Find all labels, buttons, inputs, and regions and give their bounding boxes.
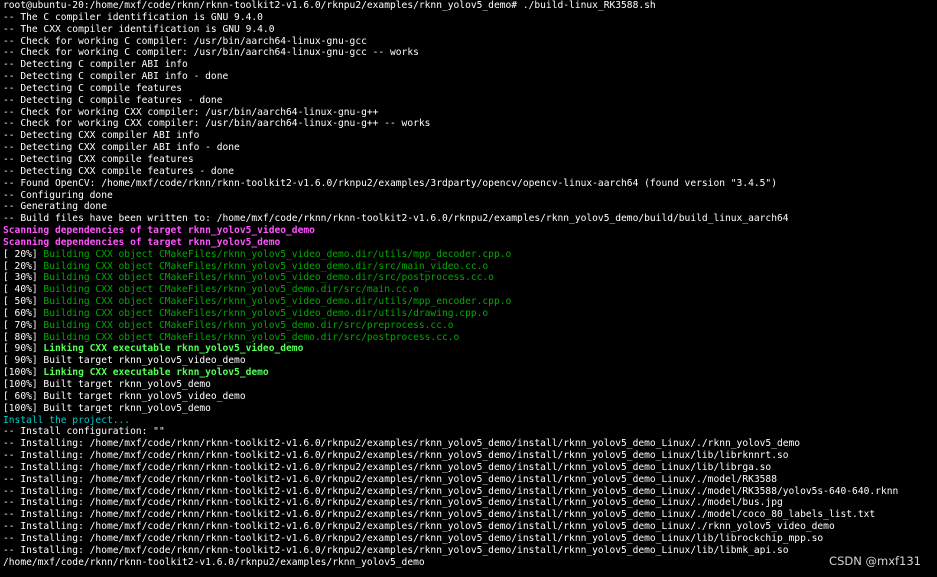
install-line: -- Installing: /home/mxf/code/rknn/rknn-… [3,450,789,462]
build-step-line: [ 80%] Building CXX object CMakeFiles/rk… [3,332,937,344]
cmake-line: -- Check for working CXX compiler: /usr/… [3,106,379,118]
build-text: Building CXX object CMakeFiles/rknn_yolo… [37,260,489,272]
build-percent: [ 60%] [3,307,38,319]
build-step-line: [ 20%] Building CXX object CMakeFiles/rk… [3,261,937,273]
install-line: -- Installing: /home/mxf/code/rknn/rknn-… [3,473,777,485]
built-target-line: [100%] Built target rknn_yolov5_demo [3,379,211,390]
cmake-line: -- Found OpenCV: /home/mxf/code/rknn/rkn… [3,177,777,189]
build-step-line: [ 30%] Building CXX object CMakeFiles/rk… [3,272,937,284]
build-percent: [ 50%] [3,296,38,308]
build-percent: [ 20%] [3,248,38,260]
link-line: [100%] Linking CXX executable rknn_yolov… [3,367,937,379]
build-text: Building CXX object CMakeFiles/rknn_yolo… [37,307,489,319]
build-text: Building CXX object CMakeFiles/rknn_yolo… [37,331,460,343]
terminal-window[interactable]: root@ubuntu-20:/home/mxf/code/rknn/rknn-… [0,0,937,577]
cmake-line: -- Detecting CXX compile features [3,153,194,165]
cmake-line: -- The CXX compiler identification is GN… [3,23,275,35]
build-text: Building CXX object CMakeFiles/rknn_yolo… [37,272,494,284]
final-prompt: /home/mxf/code/rknn/rknn-toolkit2-v1.6.0… [3,556,425,568]
final-prompt-line[interactable]: /home/mxf/code/rknn/rknn-toolkit2-v1.6.0… [3,557,937,569]
cmake-line: -- Configuring done [3,189,113,201]
build-text: Building CXX object CMakeFiles/rknn_yolo… [37,284,419,296]
link-line: [ 90%] Linking CXX executable rknn_yolov… [3,343,937,355]
cmake-line: -- Detecting C compiler ABI info - done [3,71,229,83]
link-percent: [100%] [3,367,38,379]
cmake-line: -- The C compiler identification is GNU … [3,11,263,23]
cmake-line: -- Detecting C compiler ABI info [3,59,188,71]
build-percent: [ 40%] [3,284,38,296]
install-line: -- Installing: /home/mxf/code/rknn/rknn-… [3,485,899,497]
cmake-line: -- Detecting CXX compiler ABI info - don… [3,142,240,154]
build-step-line: [ 60%] Building CXX object CMakeFiles/rk… [3,308,937,320]
install-line: -- Install configuration: "" [3,426,165,438]
built-target-line: [ 90%] Built target rknn_yolov5_video_de… [3,355,246,367]
build-step-line: [ 20%] Building CXX object CMakeFiles/rk… [3,249,937,261]
cmake-line: -- Check for working C compiler: /usr/bi… [3,35,367,47]
cmake-line: -- Detecting CXX compiler ABI info [3,130,200,142]
link-text: Linking CXX executable rknn_yolov5_video… [37,343,304,355]
csdn-watermark: CSDN @mxf131 [829,554,921,568]
build-step-line: [ 50%] Building CXX object CMakeFiles/rk… [3,296,937,308]
cmake-line: -- Build files have been written to: /ho… [3,213,789,225]
build-text: Building CXX object CMakeFiles/rknn_yolo… [37,319,454,331]
build-text: Building CXX object CMakeFiles/rknn_yolo… [37,248,512,260]
build-percent: [ 70%] [3,319,38,331]
cmake-line: -- Check for working C compiler: /usr/bi… [3,47,419,59]
build-step-line: [ 70%] Building CXX object CMakeFiles/rk… [3,320,937,332]
link-text: Linking CXX executable rknn_yolov5_demo [37,367,269,379]
install-line: -- Installing: /home/mxf/code/rknn/rknn-… [3,461,772,473]
install-line: -- Installing: /home/mxf/code/rknn/rknn-… [3,521,835,533]
build-percent: [ 30%] [3,272,38,284]
build-step-line: [ 40%] Building CXX object CMakeFiles/rk… [3,284,937,296]
cmake-line: -- Detecting C compile features [3,82,183,94]
install-line: -- Installing: /home/mxf/code/rknn/rknn-… [3,497,783,509]
built-target-line: [100%] Built target rknn_yolov5_demo [3,402,211,414]
link-percent: [ 90%] [3,343,38,355]
cmake-line: -- Detecting CXX compile features - done [3,165,235,177]
build-percent: [ 20%] [3,260,38,272]
install-line: -- Installing: /home/mxf/code/rknn/rknn-… [3,438,801,450]
install-line: -- Installing: /home/mxf/code/rknn/rknn-… [3,509,876,521]
scanning-line: Scanning dependencies of target rknn_yol… [3,225,315,237]
cmake-line: -- Detecting C compile features - done [3,94,223,106]
install-line: -- Installing: /home/mxf/code/rknn/rknn-… [3,544,789,556]
cmake-line: -- Check for working CXX compiler: /usr/… [3,118,431,130]
prompt-line: root@ubuntu-20:/home/mxf/code/rknn/rknn-… [3,0,656,11]
built-target-line: [ 60%] Built target rknn_yolov5_video_de… [3,390,246,402]
scanning-line: Scanning dependencies of target rknn_yol… [3,236,281,248]
terminal-output: root@ubuntu-20:/home/mxf/code/rknn/rknn-… [3,0,937,569]
install-line: -- Installing: /home/mxf/code/rknn/rknn-… [3,532,824,544]
cmake-line: -- Generating done [3,201,107,213]
build-text: Building CXX object CMakeFiles/rknn_yolo… [37,296,512,308]
build-percent: [ 80%] [3,331,38,343]
install-header: Install the project... [3,414,131,426]
